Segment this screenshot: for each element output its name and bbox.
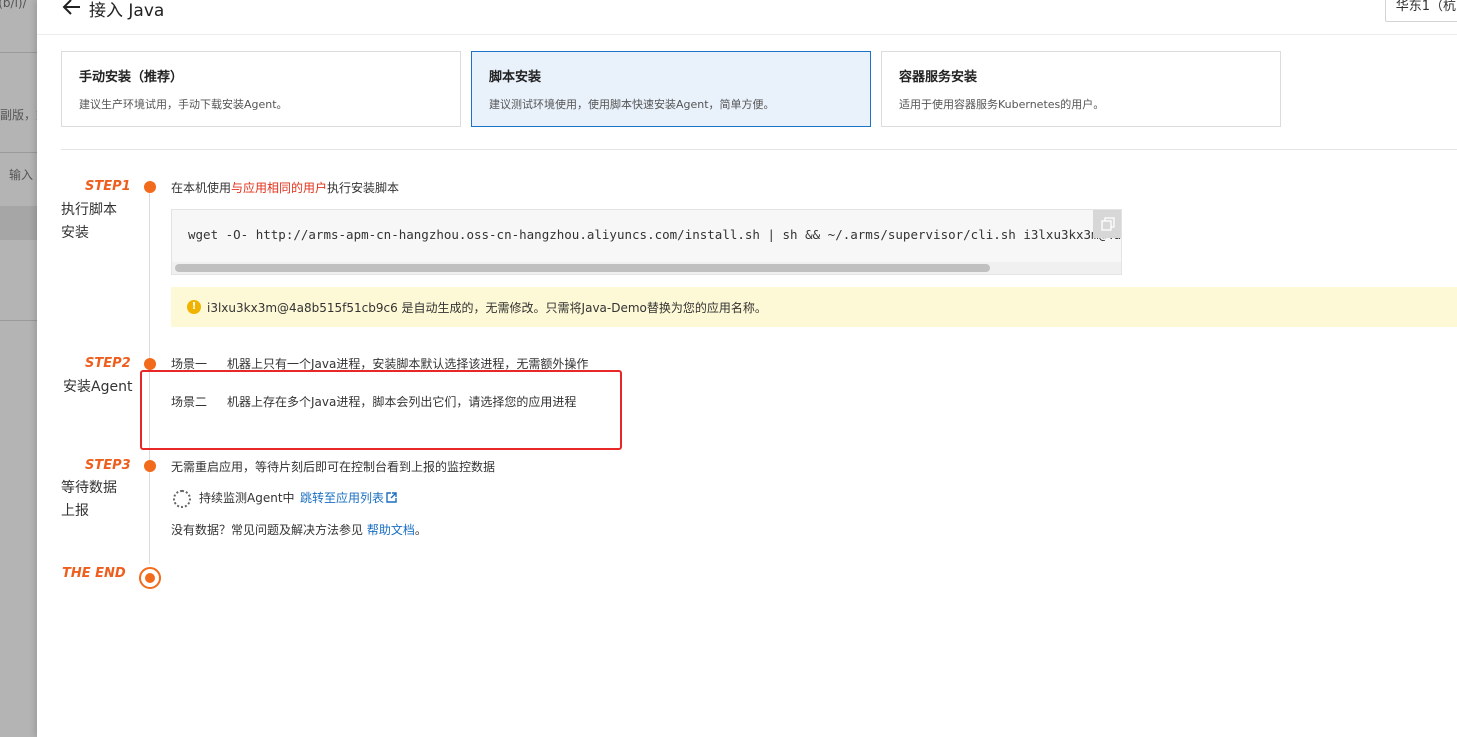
help-text: 没有数据？常见问题及解决方法参见 [171, 523, 364, 537]
install-command[interactable]: wget -O- http://arms-apm-cn-hangzhou.oss… [188, 227, 1121, 242]
card-desc: 适用于使用容器服务Kubernetes的用户。 [899, 98, 1105, 111]
help-line: 没有数据？常见问题及解决方法参见 帮助文档。 [171, 521, 427, 538]
loading-spinner-icon [173, 490, 191, 508]
backdrop-row [0, 206, 37, 240]
backdrop-text: s(b/l)/ [0, 0, 27, 10]
step1-instruction: 在本机使用与应用相同的用户执行安装脚本 [171, 179, 399, 196]
page-title: 接入 Java [89, 1, 165, 21]
instruction-text: 在本机使用 [171, 181, 232, 195]
card-desc: 建议测试环境使用，使用脚本快速安装Agent，简单方便。 [489, 98, 775, 111]
step2-dot [144, 358, 156, 370]
drawer-header: 接入 Java 华东1（杭 [37, 0, 1457, 35]
monitoring-status: 持续监测Agent中 [199, 491, 295, 505]
install-command-box[interactable]: wget -O- http://arms-apm-cn-hangzhou.oss… [171, 209, 1122, 275]
card-title: 容器服务安装 [899, 70, 978, 85]
end-marker [139, 567, 161, 589]
warning-icon: ! [187, 300, 201, 314]
backdrop-text: 输入 [9, 168, 34, 182]
backdrop-divider [0, 320, 37, 321]
backdrop-text: 副版，剩 [0, 108, 37, 122]
instruction-highlight: 与应用相同的用户 [231, 181, 328, 195]
external-link-icon [386, 492, 397, 503]
card-title: 脚本安装 [489, 70, 542, 85]
instruction-text: 执行安装脚本 [327, 181, 400, 195]
back-arrow-icon[interactable] [61, 0, 83, 18]
card-container-install[interactable]: 容器服务安装 适用于使用容器服务Kubernetes的用户。 [881, 51, 1281, 127]
step3-instruction: 无需重启应用，等待片刻后即可在控制台看到上报的监控数据 [171, 460, 496, 474]
copy-button[interactable] [1093, 210, 1121, 238]
backdrop-divider [0, 52, 37, 53]
card-script-install[interactable]: 脚本安装 建议测试环境使用，使用脚本快速安装Agent，简单方便。 [471, 51, 871, 127]
card-manual-install[interactable]: 手动安装（推荐） 建议生产环境试用，手动下载安装Agent。 [61, 51, 461, 127]
backdrop-divider [0, 152, 37, 153]
step1-tag: STEP1 [85, 179, 131, 194]
notice-text: i3lxu3kx3m@4a8b515f51cb9c6 是自动生成的，无需修改。只… [207, 301, 767, 315]
install-drawer: 接入 Java 华东1（杭 手动安装（推荐） 建议生产环境试用，手动下载安装Ag… [37, 0, 1457, 737]
section-divider [61, 149, 1457, 150]
help-text: 。 [414, 523, 427, 537]
step2-name: 安装Agent [63, 379, 133, 395]
step3-name: 等待数据 上报 [61, 477, 117, 523]
link-text: 跳转至应用列表 [300, 491, 385, 505]
step1-name-line: 执行脚本 [61, 202, 117, 218]
highlight-annotation-box [140, 370, 622, 450]
copy-icon [1101, 217, 1115, 231]
step1-name-line: 安装 [61, 225, 89, 241]
card-desc: 建议生产环境试用，手动下载安装Agent。 [79, 98, 288, 111]
scrollbar-thumb[interactable] [175, 264, 990, 272]
horizontal-scrollbar[interactable] [172, 262, 1121, 274]
step2-tag: STEP2 [85, 356, 131, 371]
step3-name-line: 上报 [61, 503, 89, 519]
end-tag: THE END [62, 566, 126, 581]
help-doc-link[interactable]: 帮助文档 [367, 523, 415, 537]
step1-name: 执行脚本 安装 [61, 199, 117, 245]
backdrop-overlay[interactable]: s(b/l)/ 副版，剩 输入 [0, 0, 37, 737]
step3-name-line: 等待数据 [61, 480, 117, 496]
step3-dot [144, 460, 156, 472]
card-title: 手动安装（推荐） [79, 70, 184, 85]
notice-banner: ! i3lxu3kx3m@4a8b515f51cb9c6 是自动生成的，无需修改… [171, 287, 1457, 327]
jump-to-app-list-link[interactable]: 跳转至应用列表 [300, 489, 397, 506]
step3-tag: STEP3 [85, 458, 131, 473]
step1-dot [144, 181, 156, 193]
region-selector[interactable]: 华东1（杭 [1384, 0, 1457, 22]
